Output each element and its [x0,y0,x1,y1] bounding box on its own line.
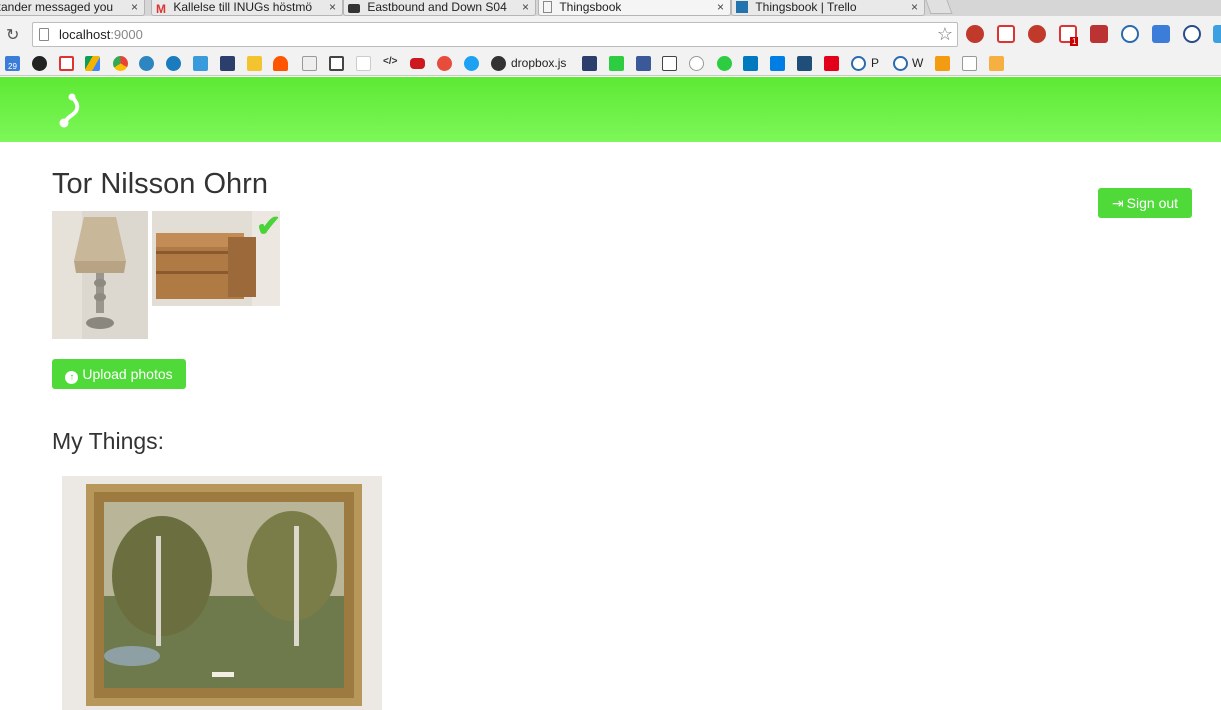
face-icon[interactable] [689,56,704,71]
selected-check-icon: ✔ [256,210,282,243]
bookmark-dark-icon[interactable] [797,56,812,71]
bookmark-wheel-icon[interactable] [851,56,866,71]
lamp-image [52,211,148,339]
tab-title: Kallelse till INUGs höstmö [173,0,313,14]
car-icon [348,4,360,13]
calendar-icon[interactable] [1152,25,1170,43]
tab-gmail[interactable]: M Kallelse till INUGs höstmö × [151,0,343,16]
tab-close-icon[interactable]: × [522,0,529,14]
upload-photos-button[interactable]: ↑ Upload photos [52,359,186,389]
tab-close-icon[interactable]: × [717,0,724,14]
chrome-icon[interactable] [113,56,128,71]
facebook-icon[interactable] [636,56,651,71]
bookmark-wheel2-icon[interactable] [893,56,908,71]
page-icon [543,1,552,13]
calendar-bookmark-icon[interactable]: 29 [5,56,20,71]
gmail-icon: M [156,2,166,16]
tab-trello[interactable]: Thingsbook | Trello × [731,0,925,16]
gmail-badge: 1 [1070,37,1079,46]
globe-icon[interactable] [166,56,181,71]
burst-icon[interactable] [437,56,452,71]
address-bar[interactable]: localhost:9000 ☆ [32,22,958,47]
bookmark-heart-icon[interactable] [356,56,371,71]
page-bookmark-icon[interactable] [962,56,977,71]
gmail-extension-icon[interactable] [997,25,1015,43]
yahoo-icon[interactable] [662,56,677,71]
trello-icon [736,1,748,13]
bookmark-t-icon[interactable] [609,56,624,71]
painting-image [62,476,382,710]
tab-thingsbook[interactable]: Thingsbook × [538,0,731,16]
sign-out-button[interactable]: ⇥ Sign out [1098,188,1192,218]
new-tab-button[interactable] [925,0,953,14]
sign-out-icon: ⇥ [1111,195,1124,211]
maps-icon[interactable] [247,56,262,71]
bookmark-star-icon[interactable]: ☆ [937,24,953,45]
teapot-icon[interactable] [491,56,506,71]
page-icon [39,28,49,41]
bookmark-x2-icon[interactable] [582,56,597,71]
soundcloud-icon[interactable] [273,56,288,71]
bookmark-doc-icon[interactable] [302,56,317,71]
twitter-icon[interactable] [464,56,479,71]
tab-close-icon[interactable]: × [911,0,918,14]
tab-strip: xander messaged you × M Kallelse till IN… [0,0,1221,16]
tab-close-icon[interactable]: × [329,0,336,14]
dropbox-icon[interactable] [770,56,785,71]
drive-icon[interactable] [85,56,100,71]
thing-painting[interactable] [62,476,382,710]
gmail-bookmark-icon[interactable] [59,56,74,71]
bookmark-app-icon[interactable] [193,56,208,71]
my-things-heading: My Things: [52,428,165,454]
url-text: localhost:9000 [59,27,143,42]
bookmark-w[interactable]: W [912,56,923,70]
tab-close-icon[interactable]: × [131,0,138,14]
tab-title: Eastbound and Down S04 [367,0,507,14]
ica-icon[interactable] [824,56,839,71]
app-logo-icon[interactable] [58,93,86,129]
photo-lamp[interactable] [52,211,148,339]
chart-icon[interactable] [935,56,950,71]
bookmark-x-icon[interactable] [220,56,235,71]
reload-icon[interactable]: ↻ [6,25,19,45]
book-icon[interactable] [1090,25,1108,43]
extension-burst-icon[interactable] [966,25,984,43]
bookmark-dropbox-js[interactable]: dropbox.js [511,56,566,70]
bookmark-c-icon[interactable] [139,56,154,71]
youtube-icon[interactable] [410,58,425,69]
feather-icon[interactable] [717,56,732,71]
adblock-icon[interactable] [1028,25,1046,43]
tab-title: Thingsbook [559,0,622,14]
tab-title: xander messaged you [0,0,114,14]
github-icon[interactable] [32,56,47,71]
code-icon[interactable]: </> [383,56,398,71]
bookmark-square-icon[interactable] [329,56,344,71]
tab-eastbound[interactable]: Eastbound and Down S04 × [343,0,536,16]
m-circle-icon[interactable] [1183,25,1201,43]
app-header [0,77,1221,142]
tab-title: Thingsbook | Trello [755,0,857,14]
tab-chat[interactable]: xander messaged you × [0,0,145,16]
profile-name: Tor Nilsson Ohrn [52,168,268,200]
bookmarks-bar: 29 </> dropbox.js P W [0,52,1221,76]
upload-icon: ↑ [65,371,79,384]
extension-icon[interactable] [1213,25,1221,43]
clock-icon[interactable] [1121,25,1139,43]
trello-bookmark-icon[interactable] [743,56,758,71]
photo-bookmark-icon[interactable] [989,56,1004,71]
bookmark-p[interactable]: P [871,56,879,70]
